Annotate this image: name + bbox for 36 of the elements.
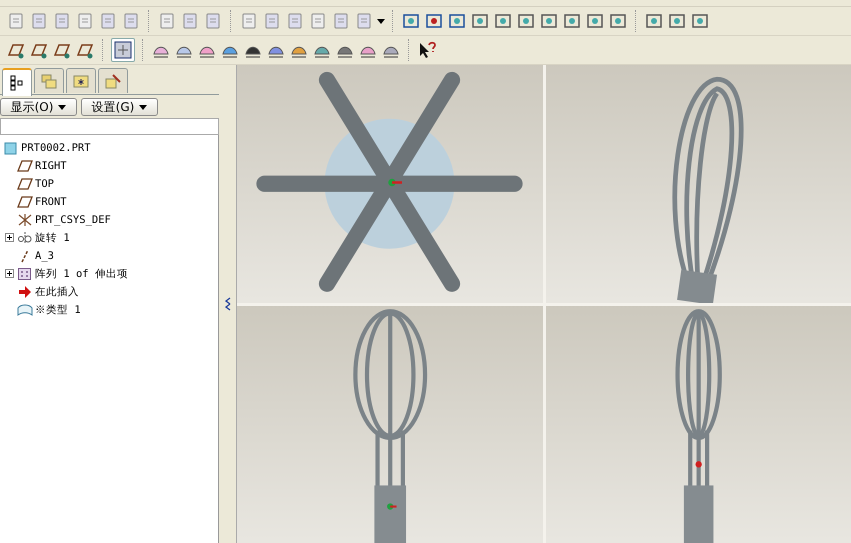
expand-toggle[interactable]	[5, 269, 15, 279]
coordinate-system-icon	[17, 213, 33, 227]
tree-icon	[9, 75, 25, 91]
viewport[interactable]	[546, 306, 851, 543]
dropdown-caret-icon[interactable]	[377, 18, 385, 24]
collapse-arrows-icon[interactable]	[224, 297, 230, 311]
tree-item[interactable]: RIGHT	[35, 160, 67, 172]
tree-item[interactable]: PRT_CSYS_DEF	[35, 214, 111, 226]
tree-item[interactable]: PRT0002.PRT	[21, 142, 91, 154]
part-cube-icon	[3, 141, 19, 155]
surface-icon	[17, 303, 33, 317]
tree-item[interactable]: FRONT	[35, 196, 67, 208]
folder-hammer-icon	[105, 73, 121, 89]
plane-icon	[17, 195, 33, 209]
stacked-folders-icon	[41, 73, 57, 89]
help-pointer-icon[interactable]	[417, 40, 437, 60]
plane-icon	[17, 177, 33, 191]
menu-button[interactable]: 显示(O)	[0, 98, 77, 116]
plane-icon	[17, 159, 33, 173]
tree-item[interactable]: 旋转 1	[35, 231, 70, 245]
viewport[interactable]	[237, 306, 542, 543]
tree-item[interactable]: ※类型 1	[35, 303, 81, 317]
arrow-icon	[17, 285, 33, 299]
tree-item[interactable]: 在此插入	[35, 285, 79, 299]
pattern-icon	[17, 267, 33, 281]
viewport[interactable]	[546, 65, 851, 302]
caret-icon	[58, 104, 66, 110]
tree-item[interactable]: 阵列 1 of 伸出项	[35, 267, 128, 281]
tree-item[interactable]: A_3	[35, 250, 54, 262]
menu-button[interactable]: 设置(G)	[81, 98, 158, 116]
spin-center-icon[interactable]	[111, 38, 135, 62]
revolve-icon	[17, 231, 33, 245]
caret-icon	[139, 104, 148, 110]
navigator-tab[interactable]	[2, 68, 32, 96]
expand-toggle[interactable]	[5, 233, 15, 243]
tree-item[interactable]: TOP	[35, 178, 54, 190]
